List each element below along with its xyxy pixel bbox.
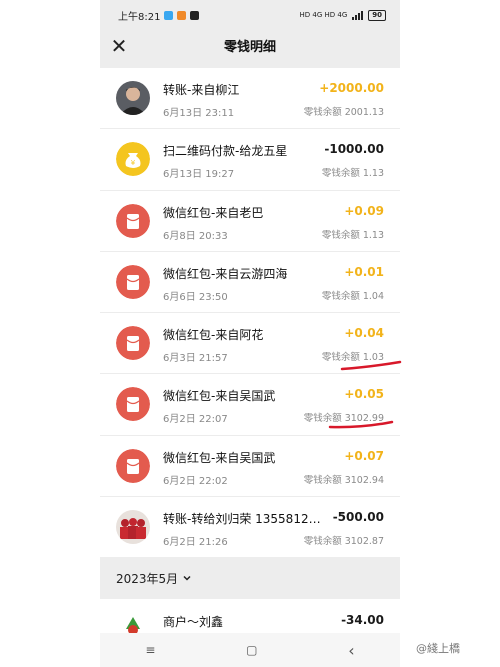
transaction-row[interactable]: 转账-转给刘归荣 1355812… 6月2日 21:26 -500.00 零钱余… [100, 497, 400, 558]
transaction-balance: 零钱余额 1.03 [321, 352, 384, 364]
red-packet-icon [116, 448, 150, 483]
transaction-title: 转账-来自柳江 [163, 83, 240, 97]
transaction-balance: 零钱余额 3102.94 [303, 474, 384, 486]
transaction-title: 微信红包-来自吴国武 [163, 389, 276, 404]
tiktok-icon [190, 10, 200, 20]
transaction-row[interactable]: 微信红包-来自吴国武 6月2日 22:02 +0.07 零钱余额 3102.94 [100, 436, 400, 498]
page-title: 零钱明细 [223, 39, 276, 55]
transaction-title: 微信红包-来自阿花 [163, 328, 264, 343]
nav-bar: ✕ 零钱明细 [100, 30, 400, 60]
transaction-row[interactable]: 微信红包-来自云游四海 6月6日 23:50 +0.01 零钱余额 1.04 [100, 252, 400, 314]
coin-bag-icon: ¥ [116, 142, 150, 177]
transaction-balance: 零钱余额 3102.87 [303, 536, 384, 548]
watermark: @綫上橋 [416, 640, 460, 656]
transaction-title: 微信红包-来自吴国武 [163, 450, 276, 465]
transaction-balance: 零钱余额 1.13 [321, 229, 384, 241]
transaction-amount: +2000.00 [319, 81, 384, 95]
transaction-time: 6月2日 22:07 [163, 414, 228, 426]
transaction-time: 6月13日 23:11 [163, 108, 235, 119]
avatar [116, 81, 150, 115]
transaction-amount: +0.05 [344, 387, 384, 402]
transaction-amount: -500.00 [332, 510, 384, 525]
watermark-text: @綫上橋 [416, 642, 460, 655]
red-packet-icon [116, 387, 150, 422]
chevron-down-icon [183, 575, 191, 581]
status-bar: 上午8:21 HD 4G HD 4G 90 [100, 0, 400, 30]
month-label: 2023年5月 [116, 571, 179, 586]
transaction-row[interactable]: 微信红包-来自吴国武 6月2日 22:07 +0.05 零钱余额 3102.99 [100, 374, 400, 436]
transaction-row[interactable]: 微信红包-来自老巴 6月8日 20:33 +0.09 零钱余额 1.13 [100, 191, 400, 252]
transaction-row[interactable]: ¥ 扫二维码付款-给龙五星 6月13日 19:27 -1000.00 零钱余额 … [100, 129, 400, 191]
red-packet-icon [116, 264, 150, 299]
transaction-amount: +0.01 [344, 264, 384, 279]
battery-icon: 90 [368, 9, 386, 21]
red-packet-icon [116, 203, 150, 238]
transaction-balance: 零钱余额 1.04 [321, 290, 384, 302]
transaction-title: 扫二维码付款-给龙五星 [163, 144, 288, 159]
transaction-row[interactable]: 转账-来自柳江 6月13日 23:11 +2000.00 零钱余额 2001.1… [100, 68, 400, 130]
transaction-amount: -1000.00 [324, 142, 384, 157]
transaction-time: 6月13日 19:27 [163, 169, 235, 181]
status-time: 上午8:21 [118, 11, 161, 23]
network-label: HD 4G HD 4G [299, 11, 348, 19]
transaction-amount: +0.04 [344, 326, 384, 341]
transaction-balance: 零钱余额 1.13 [321, 168, 384, 180]
signal-icon [352, 10, 364, 20]
avatar [116, 510, 150, 545]
phone-screen: 上午8:21 HD 4G HD 4G 90 ✕ 零钱明细 转账-来自柳江 6月1… [100, 0, 400, 667]
transaction-amount: +0.09 [344, 203, 384, 218]
transaction-amount: -34.00 [341, 613, 384, 627]
transaction-title: 微信红包-来自老巴 [163, 205, 264, 220]
transaction-title: 转账-转给刘归荣 1355812… [163, 512, 321, 527]
transaction-balance: 零钱余额 3102.99 [303, 413, 384, 425]
app-notification-icon [177, 10, 187, 20]
transaction-list: 转账-来自柳江 6月13日 23:11 +2000.00 零钱余额 2001.1… [100, 68, 400, 559]
back-icon[interactable]: ‹ [348, 641, 354, 660]
home-icon[interactable]: ▢ [246, 643, 257, 657]
transaction-time: 6月3日 21:57 [163, 353, 228, 365]
transaction-amount: +0.07 [344, 448, 384, 463]
transaction-balance: 零钱余额 2001.13 [303, 107, 384, 118]
app-notification-icon [164, 10, 174, 20]
red-packet-icon [116, 326, 150, 361]
transaction-time: 6月8日 20:33 [163, 230, 228, 242]
system-nav-bar: ≡ ▢ ‹ [100, 633, 400, 667]
svg-text:¥: ¥ [131, 159, 136, 167]
transaction-time: 6月2日 22:02 [163, 475, 228, 487]
menu-icon[interactable]: ≡ [145, 643, 155, 657]
transaction-time: 6月2日 21:26 [163, 537, 228, 549]
transaction-title: 商户～刘鑫 [163, 615, 224, 629]
month-group-header[interactable]: 2023年5月 [100, 557, 400, 599]
transaction-time: 6月6日 23:50 [163, 291, 228, 303]
close-icon[interactable]: ✕ [106, 33, 132, 59]
transaction-row[interactable]: 微信红包-来自阿花 6月3日 21:57 +0.04 零钱余额 1.03 [100, 313, 400, 375]
transaction-title: 微信红包-来自云游四海 [163, 266, 288, 281]
